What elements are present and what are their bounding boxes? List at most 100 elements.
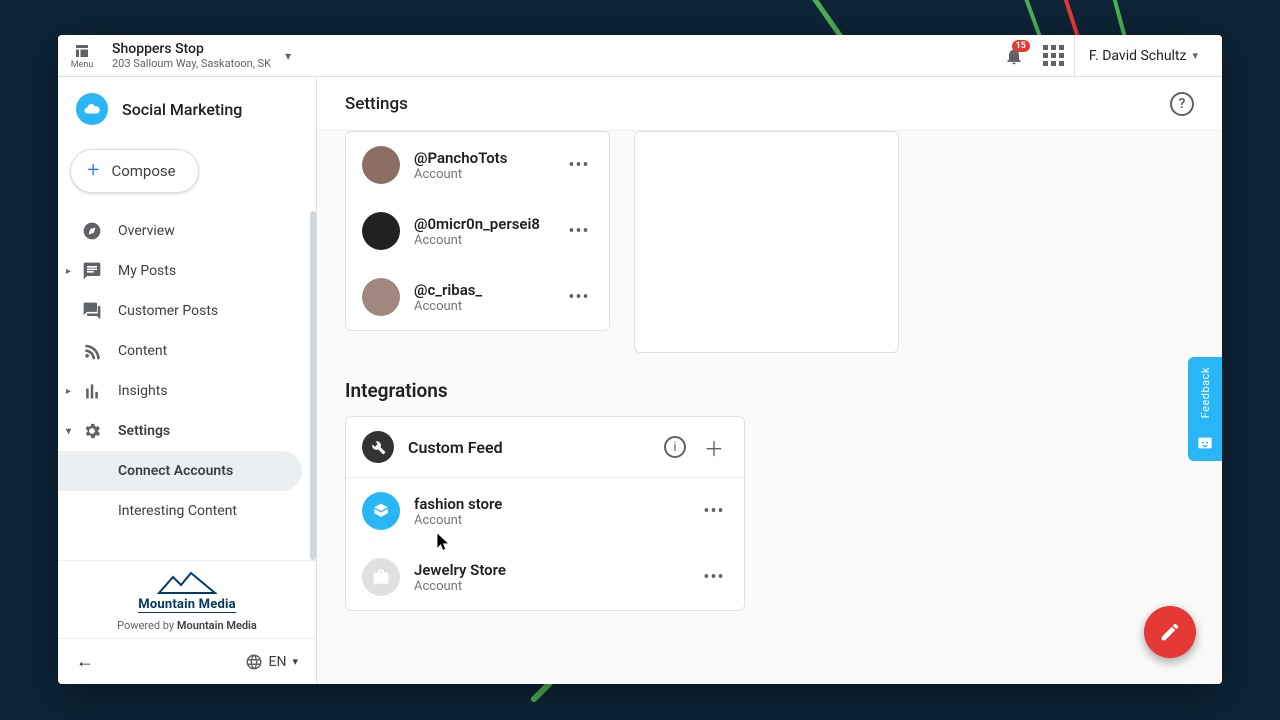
account-menu-button[interactable]: ••• <box>565 151 593 179</box>
app-window: Menu Shoppers Stop 203 Salloum Way, Sask… <box>58 35 1222 684</box>
feedback-label: Feedback <box>1199 367 1212 418</box>
nav-label: Settings <box>118 423 170 439</box>
add-integration-button[interactable]: ＋ <box>700 433 728 461</box>
integration-menu-button[interactable]: ••• <box>700 563 728 591</box>
chevron-down-icon: ▾ <box>1192 49 1198 62</box>
main-panel: Settings ? @PanchoTots Account ••• <box>317 77 1222 684</box>
nav-my-posts[interactable]: My Posts <box>58 251 316 291</box>
feedback-tab[interactable]: Feedback <box>1188 357 1222 461</box>
language-code: EN <box>269 654 287 670</box>
user-name: F. David Schultz <box>1089 48 1187 64</box>
account-type: Account <box>414 299 551 314</box>
nav-connect-accounts[interactable]: Connect Accounts <box>58 451 302 491</box>
menu-label: Menu <box>71 60 94 70</box>
mountain-icon <box>157 571 217 595</box>
integrations-card: Custom Feed i ＋ fashion store Account ••… <box>345 416 745 611</box>
account-handle: @0micr0n_persei8 <box>414 215 551 233</box>
chevron-down-icon: ▾ <box>285 49 291 63</box>
partner-name: Mountain Media <box>138 597 236 613</box>
nav-customer-posts[interactable]: Customer Posts <box>58 291 316 331</box>
info-button[interactable]: i <box>664 436 686 458</box>
main-content: @PanchoTots Account ••• @0micr0n_persei8… <box>317 131 1222 684</box>
account-handle: @PanchoTots <box>414 149 551 167</box>
user-menu[interactable]: F. David Schultz ▾ <box>1074 35 1212 76</box>
avatar <box>362 492 400 530</box>
nav-interesting-content[interactable]: Interesting Content <box>58 491 302 531</box>
notifications-button[interactable]: 15 <box>994 36 1034 76</box>
integration-menu-button[interactable]: ••• <box>700 497 728 525</box>
language-selector[interactable]: EN ▾ <box>245 653 298 671</box>
nav-sub-label: Connect Accounts <box>118 463 233 479</box>
account-row: @PanchoTots Account ••• <box>346 132 609 198</box>
integration-header: Custom Feed i ＋ <box>346 417 744 478</box>
compose-fab[interactable] <box>1144 606 1196 658</box>
accounts-card: @PanchoTots Account ••• @0micr0n_persei8… <box>345 131 610 331</box>
nav-label: Insights <box>118 383 168 399</box>
nav-overview[interactable]: Overview <box>58 211 316 251</box>
storefront-icon <box>73 42 91 60</box>
integration-row: fashion store Account ••• <box>346 478 744 544</box>
location-address: 203 Salloum Way, Saskatoon, SK <box>112 57 271 70</box>
back-button[interactable]: ← <box>76 651 94 672</box>
bar-chart-icon <box>82 381 102 401</box>
account-type: Account <box>414 167 551 182</box>
integration-type: Account <box>414 579 686 594</box>
integration-row: Jewelry Store Account ••• <box>346 544 744 610</box>
plus-icon: + <box>87 160 99 182</box>
account-menu-button[interactable]: ••• <box>565 283 593 311</box>
top-bar: Menu Shoppers Stop 203 Salloum Way, Sask… <box>58 35 1222 77</box>
bg-stroke <box>998 0 1043 39</box>
compass-icon <box>82 221 102 241</box>
nav-label: Content <box>118 343 167 359</box>
help-button[interactable]: ? <box>1170 92 1194 116</box>
notification-count: 15 <box>1012 40 1030 52</box>
nav-label: My Posts <box>118 263 176 279</box>
main-header: Settings ? <box>317 77 1222 131</box>
tag-icon <box>372 502 390 520</box>
location-selector[interactable]: Shoppers Stop 203 Salloum Way, Saskatoon… <box>112 41 271 70</box>
sidebar-nav: Overview My Posts Customer Posts Content… <box>58 211 316 560</box>
powered-by: Powered by Mountain Media <box>76 619 298 632</box>
account-row: @0micr0n_persei8 Account ••• <box>346 198 609 264</box>
smiley-icon <box>1197 435 1213 451</box>
nav-settings[interactable]: Settings <box>58 411 316 451</box>
product-logo <box>76 93 108 125</box>
account-menu-button[interactable]: ••• <box>565 217 593 245</box>
integration-type: Account <box>414 513 686 528</box>
location-title: Shoppers Stop <box>112 41 271 57</box>
apps-grid-icon <box>1043 45 1064 66</box>
account-row: @c_ribas_ Account ••• <box>346 264 609 330</box>
chevron-down-icon: ▾ <box>292 655 298 668</box>
briefcase-icon <box>372 568 390 586</box>
pencil-icon <box>1159 621 1181 643</box>
forum-icon <box>82 301 102 321</box>
avatar <box>362 558 400 596</box>
nav-label: Overview <box>118 223 175 239</box>
scrollbar[interactable] <box>310 211 316 560</box>
nav-content[interactable]: Content <box>58 331 316 371</box>
sidebar-footer-controls: ← EN ▾ <box>58 638 316 684</box>
account-handle: @c_ribas_ <box>414 281 551 299</box>
integrations-title: Integrations <box>345 379 1194 402</box>
empty-card <box>634 131 899 353</box>
menu-button[interactable]: Menu <box>58 35 106 76</box>
compose-label: Compose <box>111 162 175 180</box>
globe-icon <box>245 653 263 671</box>
page-title: Settings <box>345 94 408 114</box>
gear-icon <box>82 421 102 441</box>
nav-insights[interactable]: Insights <box>58 371 316 411</box>
integration-name: fashion store <box>414 495 686 513</box>
apps-button[interactable] <box>1034 36 1074 76</box>
product-brand: Social Marketing <box>58 77 316 141</box>
integration-name: Jewelry Store <box>414 561 686 579</box>
avatar <box>362 146 400 184</box>
sidebar-footer-brand: Mountain Media Powered by Mountain Media <box>58 560 316 638</box>
compose-button[interactable]: + Compose <box>70 149 199 193</box>
bg-stroke <box>1040 0 1081 40</box>
wrench-icon <box>362 431 394 463</box>
integration-title: Custom Feed <box>408 438 650 457</box>
account-type: Account <box>414 233 551 248</box>
avatar <box>362 212 400 250</box>
nav-sub-label: Interesting Content <box>118 503 237 519</box>
nav-label: Customer Posts <box>118 303 218 319</box>
